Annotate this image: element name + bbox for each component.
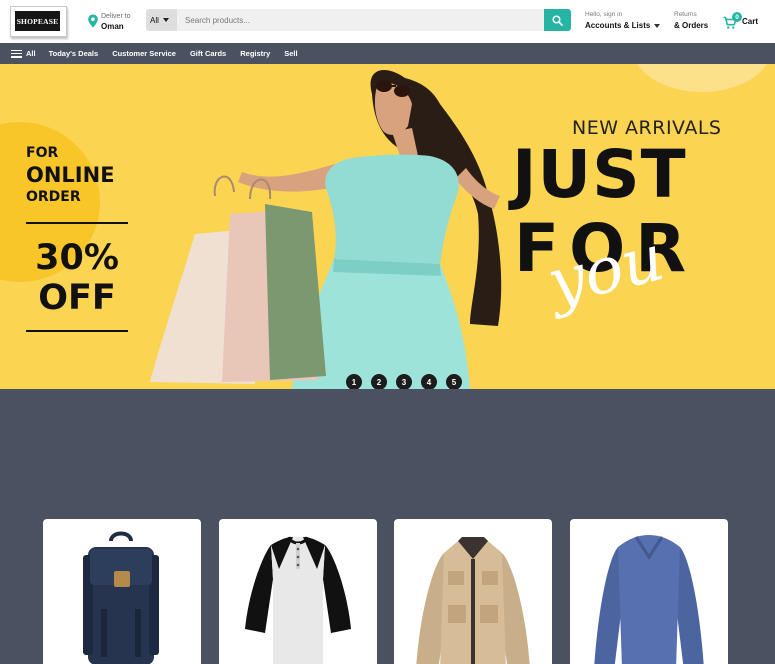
promo-text: FOR ONLINE ORDER: [26, 144, 115, 207]
search-icon: [552, 14, 563, 26]
hamburger-icon: [11, 49, 22, 58]
promo-divider: [26, 222, 128, 224]
promo-divider: [26, 330, 128, 332]
search-category-select[interactable]: All: [146, 9, 177, 31]
promo-line-2: ONLINE: [26, 163, 115, 187]
account-lists: Accounts & Lists: [585, 21, 661, 30]
location-pin-icon: [88, 14, 98, 28]
banner-headline-line-1: JUST: [512, 136, 687, 213]
carousel-dot-1[interactable]: 1: [346, 374, 362, 389]
product-card-sweater[interactable]: [570, 519, 728, 664]
sweater-image: [594, 535, 704, 664]
promo-line-3: ORDER: [26, 189, 81, 205]
cart-count-badge: 0: [732, 12, 742, 22]
backpack-image: [83, 531, 159, 664]
top-header: SHOPEASE Deliver to Oman All Hello, sign…: [0, 0, 775, 43]
nav-item-todays-deals[interactable]: Today's Deals: [49, 49, 99, 58]
account-greeting: Hello, sign in: [585, 11, 623, 18]
account-lists-label: Accounts & Lists: [585, 21, 651, 30]
raglan-tshirt-image: [245, 536, 351, 664]
discount-word: OFF: [38, 278, 116, 318]
nav-all-label: All: [26, 49, 36, 58]
returns-label: Returns: [674, 11, 697, 18]
nav-all-menu[interactable]: All: [11, 49, 36, 58]
carousel-dot-4[interactable]: 4: [421, 374, 437, 389]
carousel-dot-5[interactable]: 5: [446, 374, 462, 389]
carousel-pagination: 1 2 3 4 5: [346, 374, 471, 389]
carousel-dot-2[interactable]: 2: [371, 374, 387, 389]
nav-item-registry[interactable]: Registry: [240, 49, 270, 58]
search-category-label: All: [150, 15, 159, 25]
product-card-backpack[interactable]: [43, 519, 201, 664]
returns-orders-link[interactable]: Returns & Orders: [674, 11, 708, 30]
nav-item-gift-cards[interactable]: Gift Cards: [190, 49, 226, 58]
promo-discount: 30% OFF: [26, 238, 128, 318]
deliver-label: Deliver to: [101, 13, 131, 20]
account-menu[interactable]: Hello, sign in Accounts & Lists: [585, 11, 661, 30]
nav-item-customer-service[interactable]: Customer Service: [112, 49, 176, 58]
search-bar: All: [146, 9, 571, 31]
product-card-tshirt[interactable]: [219, 519, 377, 664]
jacket-image: [416, 537, 530, 664]
deliver-to[interactable]: Deliver to Oman: [87, 11, 143, 33]
search-input[interactable]: [179, 9, 542, 31]
orders-label: & Orders: [674, 21, 709, 30]
search-button[interactable]: [544, 9, 571, 31]
nav-bar: All Today's Deals Customer Service Gift …: [0, 43, 775, 64]
promo-line-1: FOR: [26, 145, 59, 161]
deliver-location: Oman: [101, 22, 124, 31]
cart-button[interactable]: 0 Cart: [723, 12, 768, 30]
logo-link[interactable]: SHOPEASE: [10, 6, 67, 37]
cart-label: Cart: [742, 17, 759, 26]
discount-value: 30%: [35, 238, 119, 278]
hero-banner[interactable]: FOR ONLINE ORDER 30% OFF NEW ARRIVALS JU…: [0, 64, 775, 389]
logo: SHOPEASE: [15, 11, 60, 31]
caret-down-icon: [654, 23, 661, 28]
nav-item-sell[interactable]: Sell: [284, 49, 297, 58]
carousel-dot-3[interactable]: 3: [396, 374, 412, 389]
caret-down-icon: [162, 18, 169, 22]
product-card-jacket[interactable]: [394, 519, 552, 664]
